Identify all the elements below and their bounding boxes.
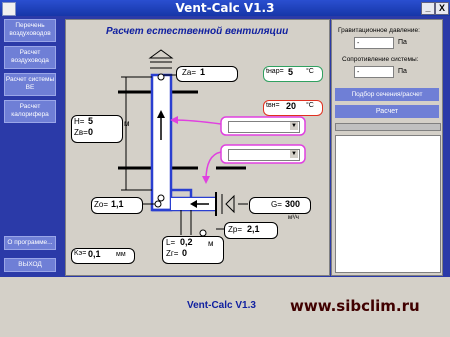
- l-value[interactable]: 0,2: [180, 237, 193, 247]
- zo-value[interactable]: 1,1: [111, 199, 124, 209]
- zp-label: Zp=: [228, 225, 243, 234]
- sidebar-item-heater-calc[interactable]: Расчет калорифера: [4, 100, 56, 123]
- zg-label: Zг=: [166, 249, 179, 258]
- diagram-title: Расчет естественной вентиляции: [106, 26, 289, 37]
- zo-label: Zo=: [94, 200, 109, 209]
- chevron-down-icon[interactable]: ▼: [290, 122, 298, 130]
- system-resistance-field: -: [354, 66, 394, 78]
- diagram-canvas: Расчет естественной вентиляции Za= 1 tна…: [65, 19, 330, 276]
- title-bar: Vent-Calc V1.3 _ X: [0, 0, 450, 16]
- tvn-value[interactable]: 20: [286, 101, 296, 111]
- tnar-label: tнар=: [266, 68, 284, 75]
- close-button[interactable]: X: [435, 2, 449, 15]
- sidebar-item-system-calc[interactable]: Расчет системы ВЕ: [4, 73, 56, 96]
- l-label: L=: [166, 238, 176, 247]
- g-value[interactable]: 300: [285, 199, 300, 209]
- about-button[interactable]: О программе...: [4, 236, 56, 250]
- chevron-down-icon[interactable]: ▼: [290, 150, 298, 158]
- l-unit: м: [208, 239, 214, 248]
- footer-url[interactable]: www.sibclim.ru: [290, 297, 420, 315]
- calculate-button[interactable]: Расчет: [335, 105, 439, 118]
- results-textarea[interactable]: [335, 135, 441, 273]
- window-title: Vent-Calc V1.3: [175, 1, 275, 15]
- h-label: H=: [74, 117, 85, 126]
- grav-pressure-unit: Па: [398, 39, 407, 46]
- tnar-unit: °C: [306, 68, 314, 75]
- zv-label: Zв=: [74, 128, 88, 137]
- footer-app-name: Vent-Calc V1.3: [187, 300, 256, 311]
- ke-unit: мм: [116, 251, 126, 258]
- h-value[interactable]: 5: [88, 116, 93, 126]
- progress-bar: [335, 123, 441, 131]
- za-label: Za=: [182, 68, 197, 77]
- h-unit: м: [124, 119, 130, 128]
- tvn-label: tвн=: [266, 102, 280, 109]
- zg-value[interactable]: 0: [182, 248, 187, 258]
- g-label: G=: [271, 200, 282, 209]
- footer: Vent-Calc V1.3 www.sibclim.ru: [0, 277, 450, 337]
- g-unit: м³/ч: [288, 215, 299, 221]
- grav-pressure-label: Гравитационное давление:: [338, 27, 420, 34]
- select-section-button[interactable]: Подбор сечения/расчет: [335, 88, 439, 101]
- results-panel: Гравитационное давление: - Па Сопротивле…: [331, 19, 443, 276]
- sidebar-item-duct-list[interactable]: Перечень воздуховодов: [4, 19, 56, 42]
- sidebar-item-duct-calc[interactable]: Расчет воздуховода: [4, 46, 56, 69]
- tnar-value[interactable]: 5: [288, 67, 293, 77]
- tvn-unit: °C: [306, 102, 314, 109]
- grav-pressure-field: -: [354, 37, 394, 49]
- exit-button[interactable]: ВЫХОД: [4, 258, 56, 272]
- minimize-button[interactable]: _: [421, 2, 435, 15]
- system-resistance-unit: Па: [398, 68, 407, 75]
- zv-value[interactable]: 0: [88, 127, 93, 137]
- zp-value[interactable]: 2,1: [247, 224, 260, 234]
- ke-value[interactable]: 0,1: [88, 249, 101, 259]
- system-resistance-label: Сопротивление системы:: [342, 56, 419, 63]
- za-value[interactable]: 1: [200, 67, 205, 77]
- ke-label: Kэ=: [74, 250, 87, 257]
